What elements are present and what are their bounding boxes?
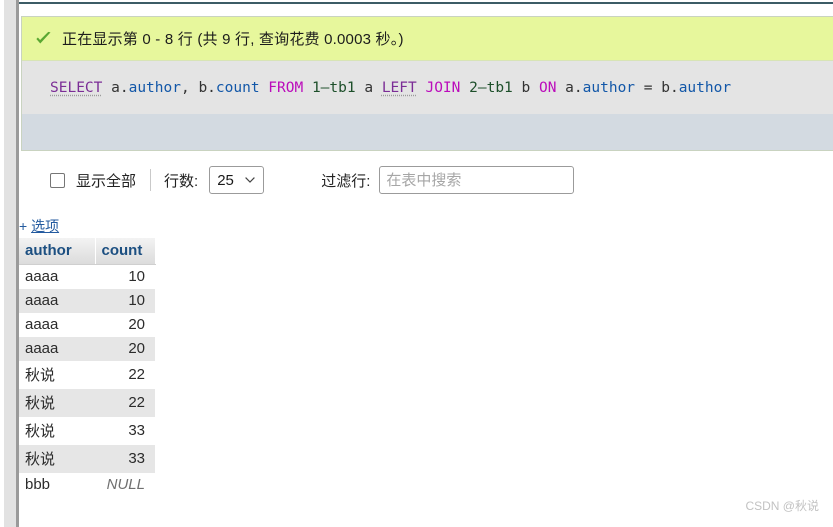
cell-author: aaaa [19,264,95,289]
sql-token: a [355,79,382,96]
sql-display-area: SELECT a.author, b.count FROM 1—tb1 a LE… [22,61,833,114]
table-row[interactable]: aaaa 20 [19,337,155,361]
cell-count: NULL [95,473,155,497]
cell-count: 22 [95,389,155,417]
window-edge-inner [4,0,19,527]
sql-token: author [678,79,732,96]
table-row[interactable]: aaaa 20 [19,313,155,337]
table-row[interactable]: 秋说 22 [19,361,155,389]
results-table-head: author count [19,238,156,265]
cell-count: 10 [95,289,155,313]
cell-count: 33 [95,445,155,473]
sql-token: ON [538,79,557,96]
sql-token: count [215,79,260,96]
table-controls-row: 显示全部 行数: 2550100250500 过滤行: [21,163,811,197]
column-header-count[interactable]: count [95,238,156,265]
table-row[interactable]: 秋说 33 [19,417,155,445]
cell-author: aaaa [19,289,95,313]
cell-author: 秋说 [19,361,95,389]
sql-query-text[interactable]: SELECT a.author, b.count FROM 1—tb1 a LE… [50,80,731,96]
show-all-control[interactable]: 显示全部 [50,170,136,191]
sql-token: JOIN [425,79,461,96]
table-row[interactable]: 秋说 33 [19,445,155,473]
query-result-panel: 正在显示第 0 - 8 行 (共 9 行, 查询花费 0.0003 秒。) SE… [21,16,833,151]
cell-author: bbb [19,473,95,497]
cell-author: aaaa [19,313,95,337]
rows-count-label: 行数: [164,172,199,190]
sql-token: = b. [635,79,679,96]
csdn-watermark: CSDN @秋说 [745,499,819,513]
sql-token: , b. [180,79,216,96]
sql-token: author [128,79,181,96]
sql-token: a. [556,79,583,96]
window-edge-strip [0,0,19,527]
results-table-body: aaaa 10 aaaa 10 aaaa 20 aaaa 20 秋说 22 秋说 22 秋说 33 秋说 33… [19,264,155,497]
sql-token: SELECT [50,79,103,96]
cell-count: 20 [95,313,155,337]
page-root: 正在显示第 0 - 8 行 (共 9 行, 查询花费 0.0003 秒。) SE… [0,0,833,527]
filter-rows-label: 过滤行: [321,172,371,190]
options-plus-sign: + [19,218,28,234]
table-row[interactable]: aaaa 10 [19,264,155,289]
options-label: 选项 [31,218,60,234]
top-divider-rule [19,2,833,4]
query-results-table: author count aaaa 10 aaaa 10 aaaa 20 aaaa 20 秋说 2… [19,238,156,497]
cell-author: 秋说 [19,445,95,473]
table-row[interactable]: bbb NULL [19,473,155,497]
sql-token: LEFT [381,79,417,96]
table-row[interactable]: 秋说 22 [19,389,155,417]
options-toggle-link[interactable]: + 选项 [19,216,59,236]
show-all-label: 显示全部 [76,172,137,190]
results-header-row: author count [19,238,156,265]
cell-count: 20 [95,337,155,361]
controls-divider [150,169,152,191]
cell-count: 10 [95,264,155,289]
null-value: NULL [106,476,145,493]
rows-count-select[interactable]: 2550100250500 [209,166,265,194]
cell-count: 22 [95,361,155,389]
sql-token: 1—tb1 [311,79,356,96]
panel-footer-bar [22,114,833,150]
cell-author: 秋说 [19,417,95,445]
sql-token: author [582,79,636,96]
table-row[interactable]: aaaa 10 [19,289,155,313]
cell-author: aaaa [19,337,95,361]
rows-select-wrapper[interactable]: 2550100250500 [209,166,265,194]
sql-token: a. [102,79,129,96]
cell-count: 33 [95,417,155,445]
column-header-author[interactable]: author [19,238,96,265]
filter-rows-input[interactable] [379,166,575,194]
success-banner: 正在显示第 0 - 8 行 (共 9 行, 查询花费 0.0003 秒。) [22,17,833,61]
sql-token: 2—tb1 [469,79,513,96]
cell-author: 秋说 [19,389,95,417]
sql-token: b [512,79,539,96]
success-message: 正在显示第 0 - 8 行 (共 9 行, 查询花费 0.0003 秒。) [62,31,404,48]
sql-token: FROM [268,79,304,96]
green-check-icon [36,31,51,44]
show-all-checkbox[interactable] [50,172,65,188]
